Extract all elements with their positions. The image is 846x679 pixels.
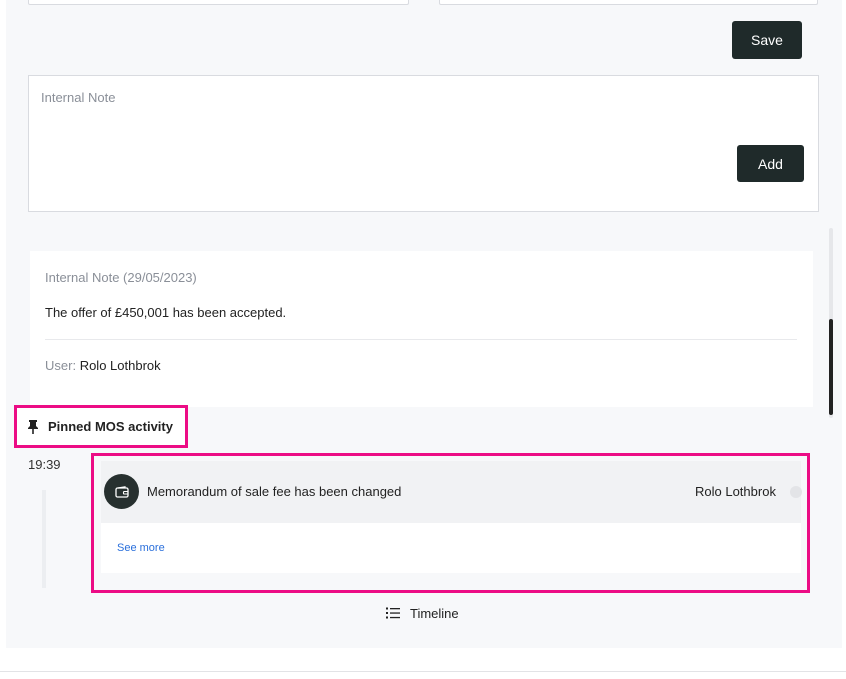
timeline-button[interactable]: Timeline bbox=[386, 603, 459, 623]
top-left-field[interactable] bbox=[28, 0, 409, 5]
add-note-button[interactable]: Add bbox=[737, 145, 804, 182]
note-user: User: Rolo Lothbrok bbox=[45, 358, 161, 373]
pinned-activity-item: Memorandum of sale fee has been changed … bbox=[91, 453, 810, 593]
activity-time: 19:39 bbox=[28, 457, 61, 472]
bottom-divider bbox=[0, 671, 846, 672]
scrollbar-thumb[interactable] bbox=[829, 319, 833, 415]
note-user-label: User: bbox=[45, 358, 77, 373]
pin-icon bbox=[28, 419, 38, 434]
note-divider bbox=[45, 339, 797, 340]
activity-details: See more bbox=[101, 523, 801, 573]
list-icon bbox=[386, 607, 400, 619]
timeline-label: Timeline bbox=[410, 605, 459, 621]
note-title: Internal Note (29/05/2023) bbox=[45, 270, 197, 285]
pinned-activity-header: Pinned MOS activity bbox=[14, 405, 188, 448]
note-user-name: Rolo Lothbrok bbox=[79, 358, 161, 373]
internal-note-placeholder: Internal Note bbox=[41, 90, 116, 105]
save-button[interactable]: Save bbox=[732, 21, 802, 59]
activity-avatar bbox=[104, 474, 139, 509]
activity-message: Memorandum of sale fee has been changed bbox=[147, 484, 402, 499]
internal-note-input[interactable]: Internal Note Add bbox=[28, 75, 819, 212]
wallet-icon bbox=[114, 485, 129, 498]
see-more-link[interactable]: See more bbox=[117, 542, 165, 554]
timeline-line bbox=[42, 490, 46, 588]
pinned-activity-label: Pinned MOS activity bbox=[48, 419, 173, 434]
note-body: The offer of £450,001 has been accepted. bbox=[45, 305, 287, 320]
top-right-field[interactable] bbox=[439, 0, 818, 5]
activity-user: Rolo Lothbrok bbox=[695, 484, 776, 499]
activity-row: Memorandum of sale fee has been changed … bbox=[101, 461, 802, 523]
internal-note-card: Internal Note (29/05/2023) The offer of … bbox=[30, 251, 813, 407]
activity-status-dot bbox=[790, 486, 802, 498]
